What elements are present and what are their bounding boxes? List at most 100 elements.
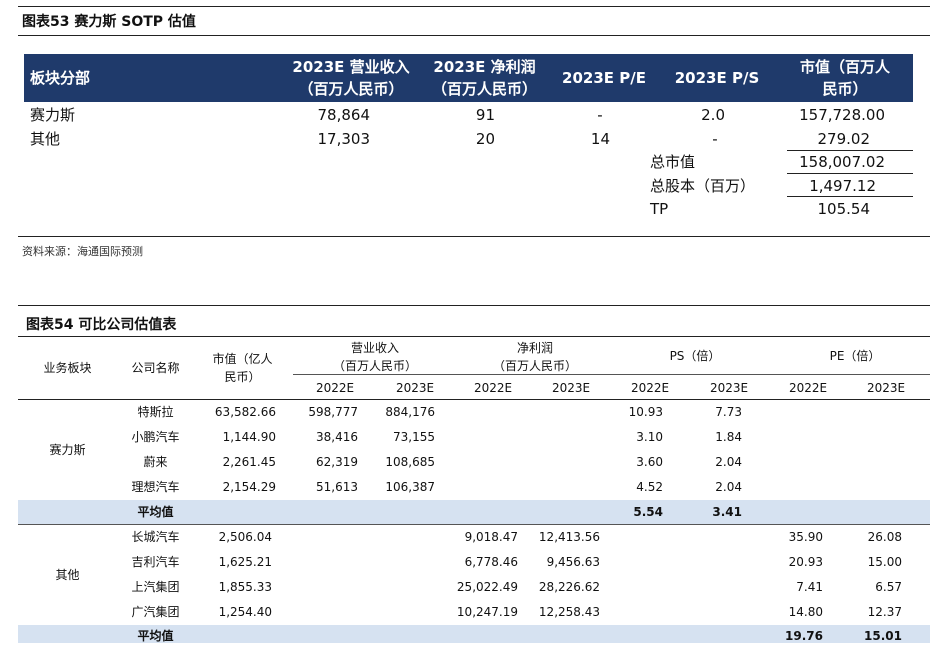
average-label: 平均值	[137, 505, 174, 519]
fig53-row-pe: 14	[590, 130, 610, 148]
ps23-value: 1.84	[715, 430, 742, 444]
ps23-value: 2.04	[715, 480, 742, 494]
ps23-value: 7.73	[715, 405, 742, 419]
company-name: 理想汽车	[131, 480, 180, 494]
header-net-profit-l1: 净利润	[516, 341, 553, 355]
pe23-value: 15.00	[867, 555, 902, 569]
pe23-value: 26.08	[867, 530, 902, 544]
fig53-row-revenue: 17,303	[317, 130, 371, 148]
mcap-value: 1,144.90	[222, 430, 276, 444]
fig53-row-segment: 赛力斯	[30, 106, 76, 124]
fig54-title: 图表54 可比公司估值表	[26, 317, 177, 333]
np23-value: 12,413.56	[538, 530, 600, 544]
company-name: 长城汽车	[131, 530, 180, 544]
fig53-row-pe: -	[597, 106, 603, 124]
ps22-value: 3.60	[636, 455, 663, 469]
mcap-value: 2,261.45	[222, 455, 276, 469]
rev23-value: 106,387	[385, 480, 435, 494]
ps23-value: 2.04	[715, 455, 742, 469]
rev23-value: 73,155	[393, 430, 435, 444]
header-pe: PE（倍）	[829, 349, 881, 363]
fig53-row-mcap: 279.02	[817, 130, 871, 148]
pe23-value: 12.37	[867, 605, 902, 619]
header-pe: 2023E P/E	[562, 69, 646, 87]
segment-label: 其他	[55, 568, 80, 582]
mcap-value: 1,625.21	[218, 555, 272, 569]
np22-value: 6,778.46	[464, 555, 518, 569]
mcap-value: 63,582.66	[214, 405, 276, 419]
np23-value: 28,226.62	[538, 580, 600, 594]
rev23-value: 108,685	[385, 455, 435, 469]
header-mcap-l2: 民币）	[224, 370, 261, 384]
fig53-summary-label: 总市值	[650, 153, 696, 171]
header-revenue: 营业收入 （百万人民币）	[300, 339, 450, 375]
header-mcap: 市值（亿人 民币）	[200, 350, 285, 386]
fig53-summary-value: 105.54	[817, 200, 871, 218]
average-label: 平均值	[137, 629, 174, 643]
fig53-title: 图表53 赛力斯 SOTP 估值	[22, 14, 196, 30]
header-year: 2022E	[473, 381, 513, 395]
ps22-value: 10.93	[628, 405, 663, 419]
np23-value: 12,258.43	[538, 605, 600, 619]
fig53-row-segment: 其他	[30, 130, 61, 148]
company-name: 小鹏汽车	[131, 430, 180, 444]
np22-value: 10,247.19	[456, 605, 518, 619]
fig53-header-row: 板块分部 2023E 营业收入 （百万人民币） 2023E 净利润 （百万人民币…	[24, 54, 913, 102]
company-name: 蔚来	[143, 455, 168, 469]
rev23-value: 884,176	[385, 405, 435, 419]
pe22-value: 14.80	[788, 605, 823, 619]
fig53-summary-label: TP	[650, 200, 669, 218]
fig53-row-ps: 2.0	[701, 106, 725, 124]
header-mcap: 市值（百万人 民币）	[780, 56, 910, 100]
company-name: 吉利汽车	[131, 555, 180, 569]
rev22-value: 598,777	[308, 405, 358, 419]
fig53-row-profit: 20	[475, 130, 495, 148]
header-year: 2022E	[630, 381, 670, 395]
header-mcap-l1: 市值（亿人	[212, 352, 273, 366]
header-year: 2023E	[866, 381, 906, 395]
header-revenue-l2: （百万人民币）	[298, 80, 404, 98]
header-ps: PS（倍）	[669, 349, 721, 363]
fig53-row-revenue: 78,864	[317, 106, 371, 124]
header-net-profit: 净利润 （百万人民币）	[460, 339, 610, 375]
fig53-row-mcap: 157,728.00	[799, 106, 885, 124]
np22-value: 25,022.49	[456, 580, 518, 594]
header-segment: 业务板块	[43, 361, 92, 375]
rev22-value: 62,319	[316, 455, 358, 469]
header-year: 2023E	[551, 381, 591, 395]
header-profit-l2: （百万人民币）	[431, 80, 537, 98]
avg-pe23-value: 15.01	[864, 629, 902, 643]
header-year: 2023E	[709, 381, 749, 395]
company-name: 上汽集团	[131, 580, 180, 594]
mcap-value: 2,506.04	[218, 530, 272, 544]
pe23-value: 6.57	[875, 580, 902, 594]
segment-label: 赛力斯	[49, 443, 86, 457]
fig53-row-ps: -	[712, 130, 718, 148]
header-mcap-l1: 市值（百万人	[799, 58, 890, 76]
header-ps: 2023E P/S	[674, 69, 760, 87]
np22-value: 9,018.47	[464, 530, 518, 544]
fig53-summary-value: 158,007.02	[799, 153, 885, 171]
rev22-value: 51,613	[316, 480, 358, 494]
header-revenue: 2023E 营业收入 （百万人民币）	[276, 56, 426, 100]
pe22-value: 35.90	[788, 530, 823, 544]
avg-ps22-value: 5.54	[633, 505, 663, 519]
ps22-value: 4.52	[636, 480, 663, 494]
fig53-row-profit: 91	[475, 106, 495, 124]
header-segment: 板块分部	[30, 69, 91, 87]
mcap-value: 1,254.40	[218, 605, 272, 619]
np23-value: 9,456.63	[546, 555, 600, 569]
avg-pe22-value: 19.76	[785, 629, 823, 643]
fig53-summary-value: 1,497.12	[809, 177, 876, 195]
rev22-value: 38,416	[316, 430, 358, 444]
avg-ps23-value: 3.41	[712, 505, 742, 519]
mcap-value: 1,855.33	[218, 580, 272, 594]
pe22-value: 7.41	[796, 580, 823, 594]
header-company: 公司名称	[131, 361, 180, 375]
header-net-profit-l2: （百万人民币）	[492, 359, 577, 373]
header-revenue-l2: （百万人民币）	[332, 359, 417, 373]
fig53-source: 资料来源：海通国际预测	[22, 245, 143, 258]
company-name: 广汽集团	[131, 605, 180, 619]
header-revenue-l1: 2023E 营业收入	[292, 58, 410, 76]
header-profit-l1: 2023E 净利润	[433, 58, 536, 76]
